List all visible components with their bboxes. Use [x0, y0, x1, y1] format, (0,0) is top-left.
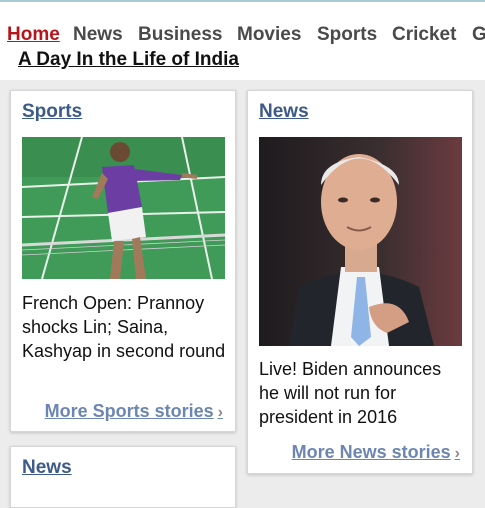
- site-header: Home News Business Movies Sports Cricket…: [0, 2, 485, 80]
- more-sports-label: More Sports stories: [44, 401, 214, 421]
- nav-cricket[interactable]: Cricket: [392, 24, 456, 46]
- more-news-label: More News stories: [291, 442, 451, 462]
- sports-story-image[interactable]: [22, 137, 225, 279]
- nav-home[interactable]: Home: [7, 24, 60, 46]
- nav-more[interactable]: G: [472, 24, 485, 46]
- nav-sports[interactable]: Sports: [317, 24, 377, 46]
- nav-business[interactable]: Business: [138, 24, 222, 46]
- sports-headline[interactable]: French Open: Prannoy shocks Lin; Saina, …: [22, 291, 227, 363]
- nav-news[interactable]: News: [73, 24, 123, 46]
- more-sports-link[interactable]: More Sports stories ›: [45, 401, 223, 422]
- news-story-image[interactable]: [259, 137, 462, 346]
- news-headline[interactable]: Live! Biden announces he will not run fo…: [259, 357, 464, 429]
- more-news-link[interactable]: More News stories ›: [292, 442, 460, 463]
- news-card: News Live! Biden announces he will not r: [247, 90, 473, 474]
- news-section-title-secondary[interactable]: News: [22, 457, 72, 479]
- badminton-image: [22, 137, 225, 279]
- speaker-image: [259, 137, 462, 346]
- nav-movies[interactable]: Movies: [237, 24, 301, 46]
- page-title[interactable]: A Day In the Life of India: [18, 49, 239, 71]
- sports-section-title[interactable]: Sports: [22, 101, 82, 123]
- chevron-right-icon: ›: [454, 445, 460, 462]
- news-card-secondary: News: [10, 446, 236, 508]
- news-section-title[interactable]: News: [259, 101, 309, 123]
- chevron-right-icon: ›: [217, 404, 223, 421]
- sports-card: Sports French Open: Prannoy shocks Lin; …: [10, 90, 236, 432]
